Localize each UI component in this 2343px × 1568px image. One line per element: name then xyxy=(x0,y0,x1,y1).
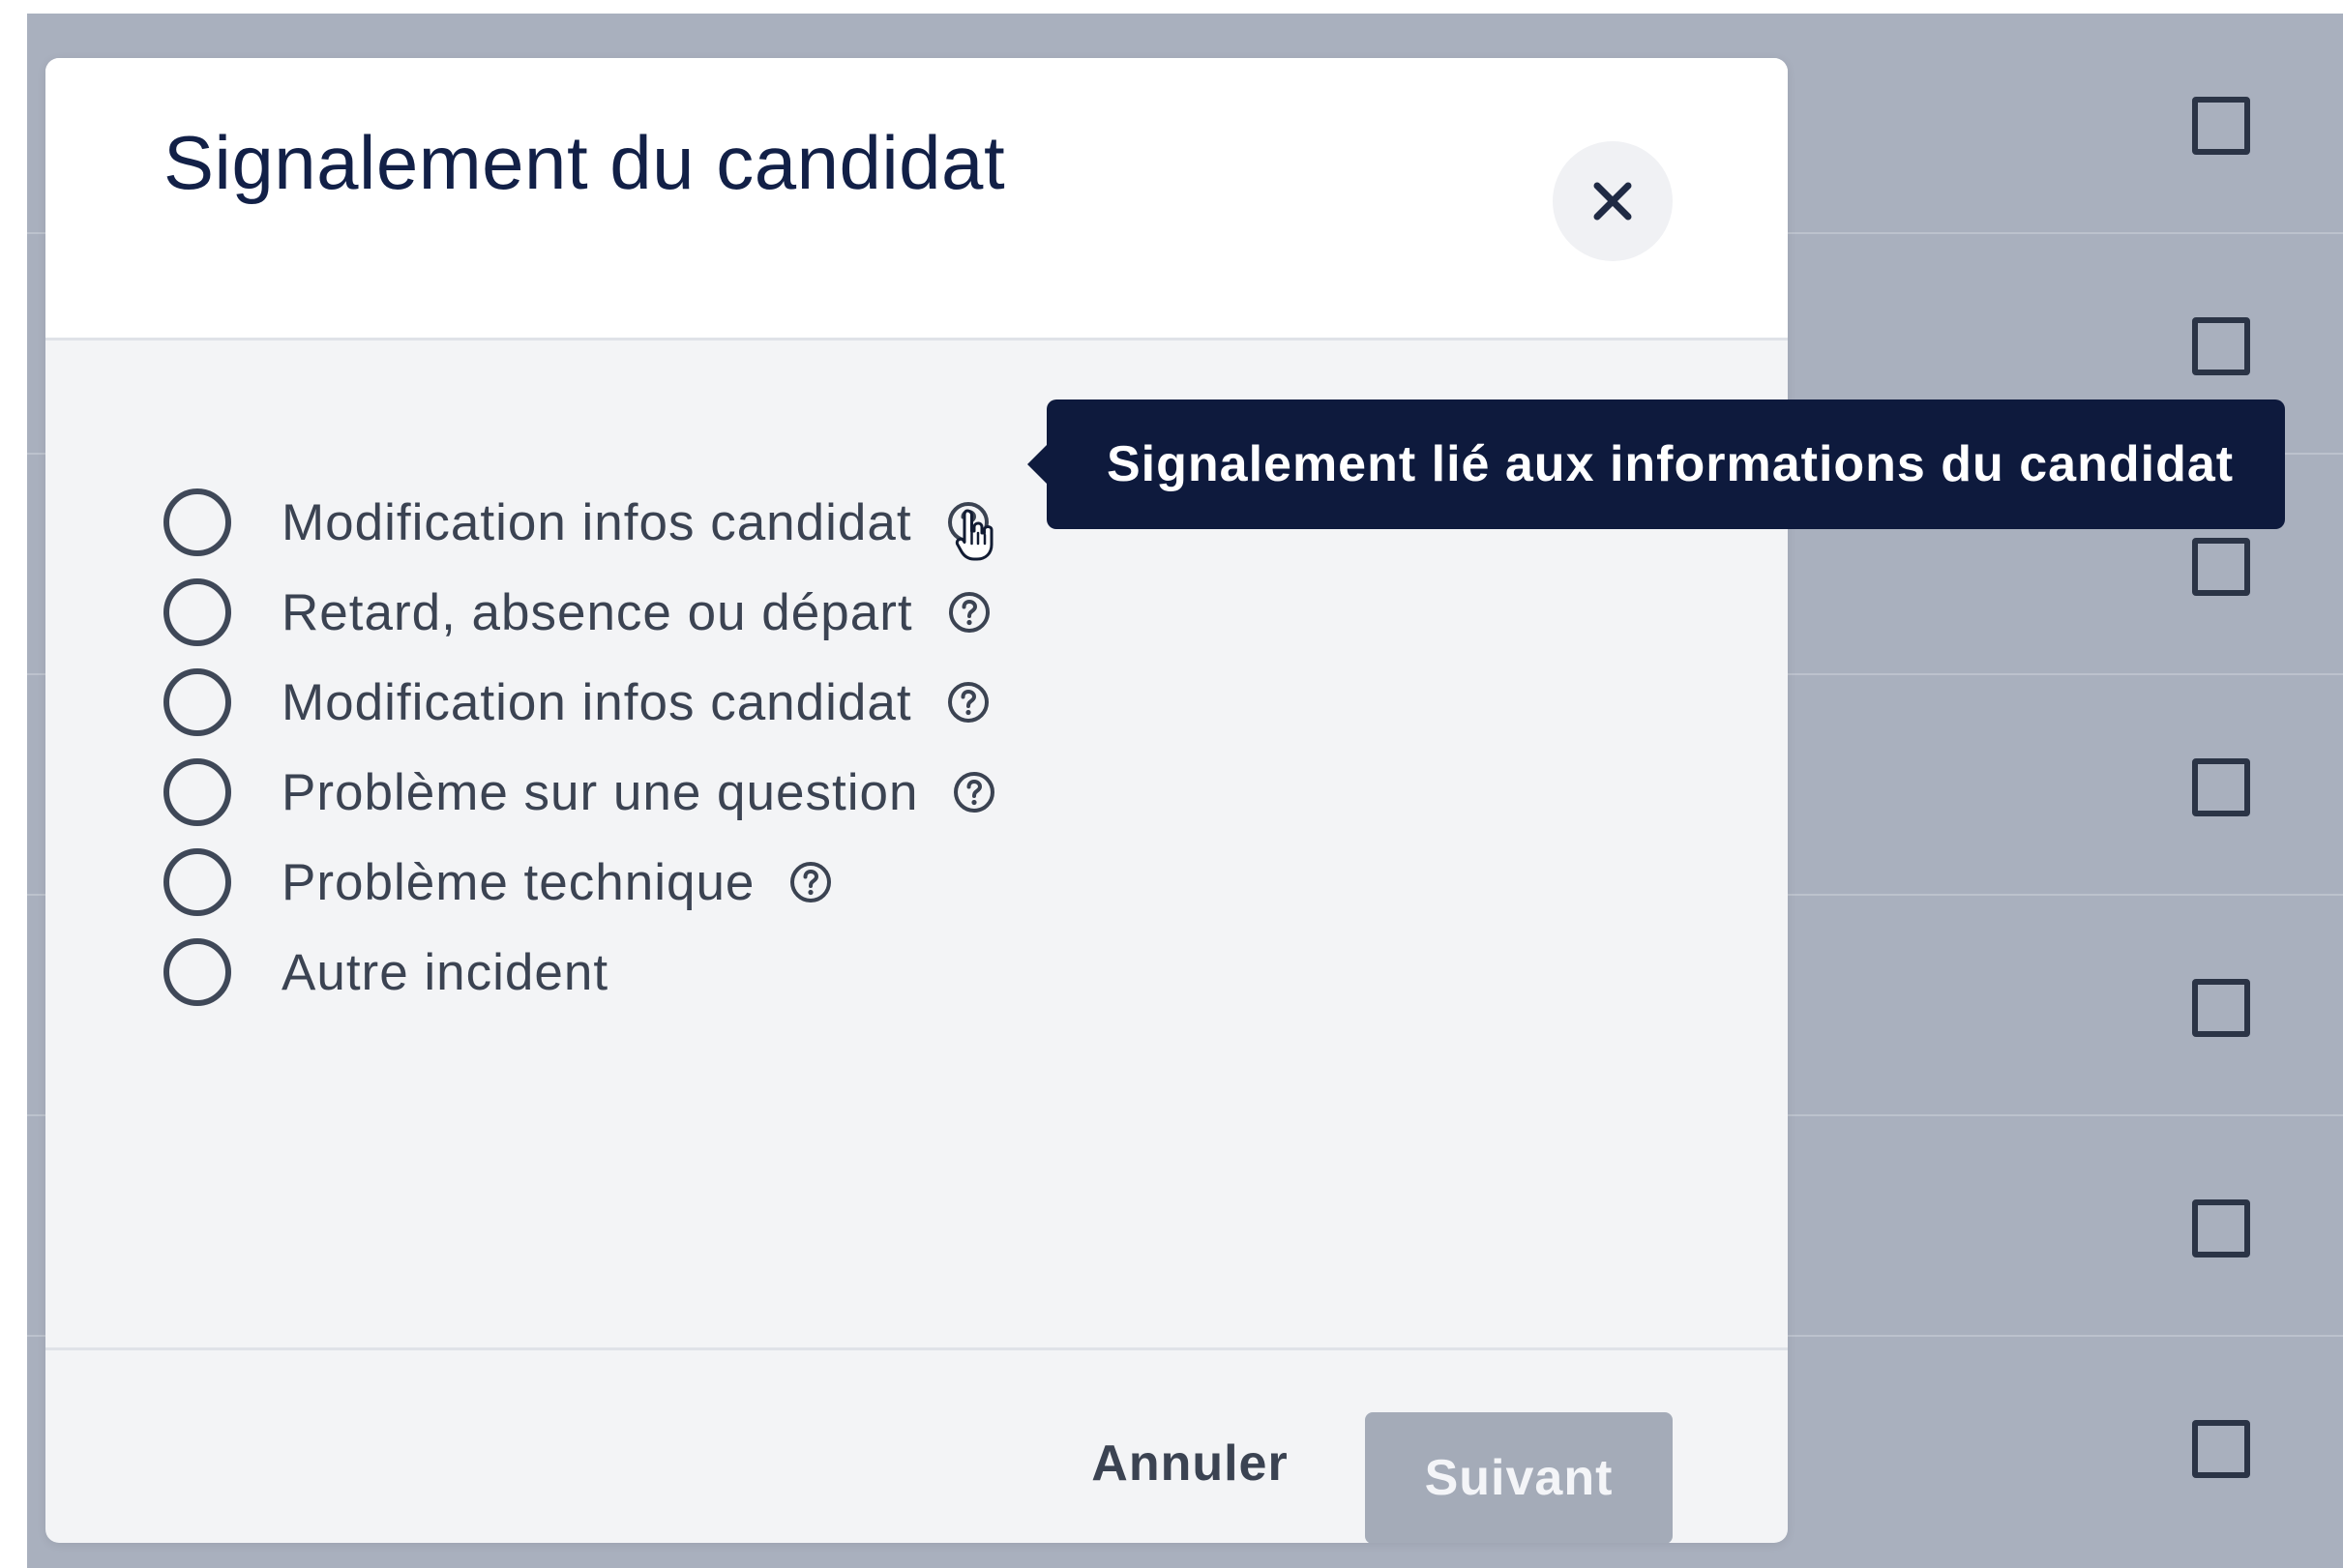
help-tooltip: Signalement lié aux informations du cand… xyxy=(1027,399,2285,529)
radio-button[interactable] xyxy=(163,758,231,826)
tooltip-arrow xyxy=(1027,445,1047,484)
row-checkbox[interactable] xyxy=(2192,1420,2250,1478)
question-circle-icon xyxy=(790,862,832,902)
help-icon[interactable] xyxy=(946,589,993,636)
option-label: Modification infos candidat xyxy=(282,493,912,551)
option-autre-incident[interactable]: Autre incident xyxy=(163,926,608,1019)
help-icon[interactable] xyxy=(945,499,994,561)
radio-button[interactable] xyxy=(163,668,231,736)
option-probleme-question[interactable]: Problème sur une question xyxy=(163,746,997,839)
row-checkbox[interactable] xyxy=(2192,758,2250,816)
help-icon[interactable] xyxy=(787,859,834,905)
next-button[interactable]: Suivant xyxy=(1365,1412,1673,1543)
help-icon[interactable] xyxy=(951,769,997,815)
row-checkbox[interactable] xyxy=(2192,979,2250,1037)
modal-title: Signalement du candidat xyxy=(163,120,1006,205)
row-checkbox[interactable] xyxy=(2192,1199,2250,1257)
hand-pointer-icon xyxy=(955,509,994,561)
help-icon[interactable] xyxy=(945,679,992,725)
modal-header: Signalement du candidat xyxy=(45,58,1788,340)
option-modification-infos-candidat[interactable]: Modification infos candidat xyxy=(163,476,994,569)
close-icon xyxy=(1593,182,1632,221)
radio-button[interactable] xyxy=(163,488,231,556)
row-checkbox[interactable] xyxy=(2192,317,2250,375)
radio-button[interactable] xyxy=(163,578,231,646)
tooltip-text: Signalement lié aux informations du cand… xyxy=(1107,436,2235,492)
option-probleme-technique[interactable]: Problème technique xyxy=(163,836,834,929)
question-circle-icon xyxy=(954,772,995,813)
question-circle-icon xyxy=(948,592,990,633)
row-checkbox[interactable] xyxy=(2192,538,2250,596)
option-label: Retard, absence ou départ xyxy=(282,583,913,641)
option-label: Problème sur une question xyxy=(282,763,919,821)
modal-footer: Annuler Suivant xyxy=(45,1347,1788,1543)
option-label: Problème technique xyxy=(282,853,756,911)
option-label: Modification infos candidat xyxy=(282,673,912,731)
report-candidate-modal: Signalement du candidat Modification inf… xyxy=(45,58,1788,1543)
close-button[interactable] xyxy=(1553,141,1673,261)
radio-button[interactable] xyxy=(163,848,231,916)
option-label: Autre incident xyxy=(282,943,609,1001)
cancel-button[interactable]: Annuler xyxy=(1040,1399,1340,1528)
question-circle-icon xyxy=(947,682,989,723)
option-retard-absence-depart[interactable]: Retard, absence ou départ xyxy=(163,566,993,659)
row-checkbox[interactable] xyxy=(2192,97,2250,155)
radio-button[interactable] xyxy=(163,938,231,1006)
option-modification-infos-candidat[interactable]: Modification infos candidat xyxy=(163,656,992,749)
